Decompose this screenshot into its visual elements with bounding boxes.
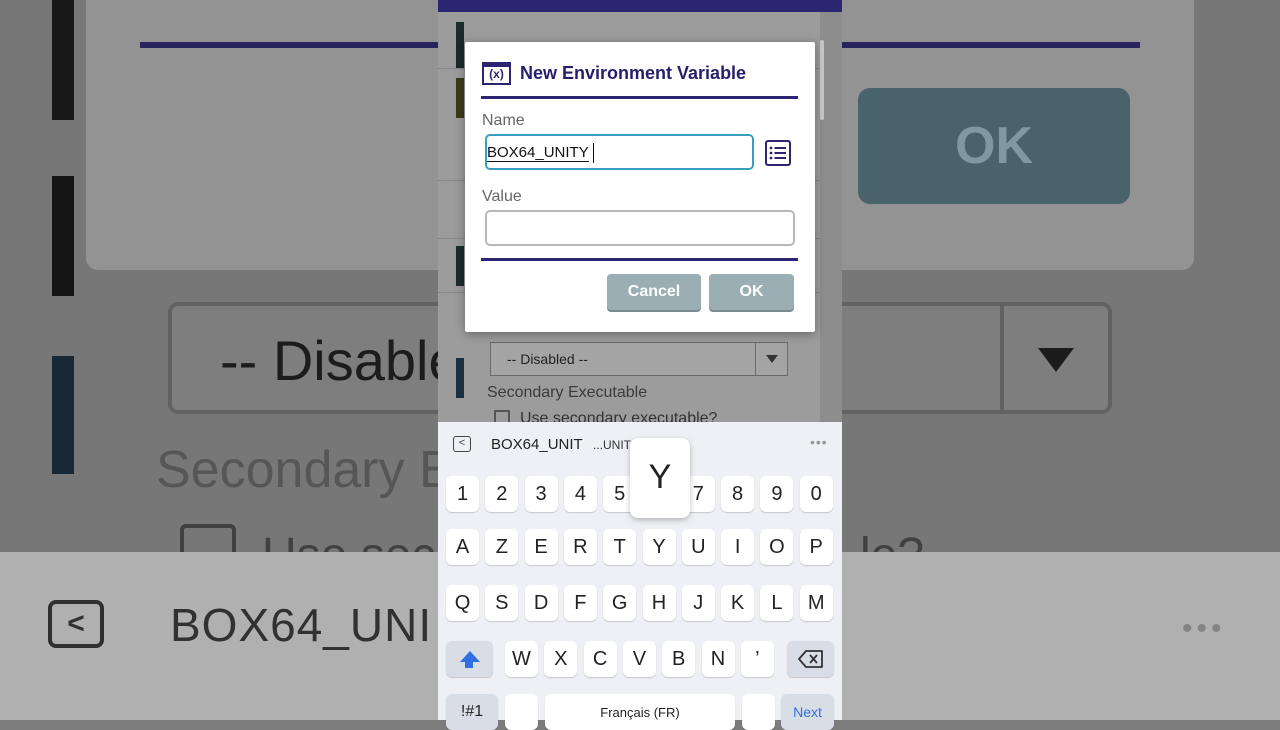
secondary-executable-label: Secondary Executable [487, 384, 648, 401]
symbols-key[interactable]: !#1 [446, 694, 498, 730]
key-c[interactable]: C [583, 641, 617, 677]
app-header [438, 0, 842, 12]
key-r[interactable]: R [563, 529, 597, 565]
game-thumbnail [456, 358, 464, 398]
key-a[interactable]: A [446, 529, 479, 565]
key-l[interactable]: L [760, 585, 794, 621]
key-v[interactable]: V [622, 641, 656, 677]
space-key[interactable]: Français (FR) [545, 694, 735, 730]
name-input[interactable]: BOX64_UNITY [485, 134, 754, 170]
suggestion-primary[interactable]: BOX64_UNIT [491, 436, 583, 453]
chevron-down-icon [766, 355, 778, 363]
backspace-icon [797, 650, 823, 668]
key-p[interactable]: P [799, 529, 833, 565]
key-3[interactable]: 3 [524, 476, 558, 512]
key-z[interactable]: Z [485, 529, 519, 565]
name-input-value: BOX64_UNITY [487, 144, 589, 162]
dialog-title: New Environment Variable [520, 63, 747, 83]
variable-icon: (x) [482, 62, 511, 85]
value-label: Value [482, 188, 522, 205]
key-s[interactable]: S [485, 585, 519, 621]
list-icon[interactable] [765, 140, 791, 166]
key-d[interactable]: D [524, 585, 558, 621]
game-thumbnail [456, 22, 464, 68]
key-1[interactable]: 1 [446, 476, 479, 512]
key-0[interactable]: 0 [799, 476, 833, 512]
more-icon[interactable]: ••• [810, 434, 828, 450]
game-thumbnail [456, 246, 464, 286]
key-4[interactable]: 4 [563, 476, 597, 512]
shift-icon-stem [465, 662, 473, 668]
select-value: -- Disabled -- [507, 351, 588, 367]
suggestion-secondary[interactable]: ...UNIT [593, 438, 631, 452]
key-m[interactable]: M [799, 585, 833, 621]
period-key[interactable] [742, 694, 775, 730]
key-o[interactable]: O [760, 529, 794, 565]
text-caret [593, 143, 594, 163]
key-j[interactable]: J [681, 585, 715, 621]
key-u[interactable]: U [681, 529, 715, 565]
key-t[interactable]: T [603, 529, 637, 565]
name-label: Name [482, 112, 525, 129]
key-g[interactable]: G [603, 585, 637, 621]
shift-icon [459, 650, 480, 662]
back-icon[interactable]: < [453, 436, 471, 452]
wait-counter-select[interactable]: -- Disabled -- [490, 342, 788, 376]
key-e[interactable]: E [524, 529, 558, 565]
key-y[interactable]: Y [642, 529, 676, 565]
new-env-variable-dialog: (x) New Environment Variable Name BOX64_… [465, 42, 815, 332]
buttons-divider [481, 258, 798, 261]
key-8[interactable]: 8 [721, 476, 755, 512]
key-popup: Y [630, 438, 690, 518]
value-input[interactable] [485, 210, 795, 246]
key-2[interactable]: 2 [485, 476, 519, 512]
key-h[interactable]: H [642, 585, 676, 621]
comma-key[interactable] [505, 694, 538, 730]
key-b[interactable]: B [662, 641, 696, 677]
shift-key[interactable] [446, 641, 493, 677]
next-key[interactable]: Next [781, 694, 834, 730]
ok-button[interactable]: OK [709, 274, 794, 310]
key-x[interactable]: X [544, 641, 578, 677]
game-thumbnail [456, 78, 464, 118]
key--[interactable]: ’ [740, 641, 774, 677]
backspace-key[interactable] [787, 641, 834, 677]
key-i[interactable]: I [721, 529, 755, 565]
key-n[interactable]: N [701, 641, 735, 677]
key-q[interactable]: Q [446, 585, 479, 621]
key-w[interactable]: W [505, 641, 538, 677]
variable-icon-text: (x) [489, 67, 504, 81]
soft-keyboard: < BOX64_UNIT ...UNIT ••• 1234567890AZERT… [438, 422, 842, 730]
title-divider [481, 96, 798, 99]
key-f[interactable]: F [563, 585, 597, 621]
key-9[interactable]: 9 [760, 476, 794, 512]
scrollbar[interactable] [820, 40, 824, 120]
select-divider [755, 343, 756, 375]
key-k[interactable]: K [721, 585, 755, 621]
cancel-button[interactable]: Cancel [607, 274, 701, 310]
